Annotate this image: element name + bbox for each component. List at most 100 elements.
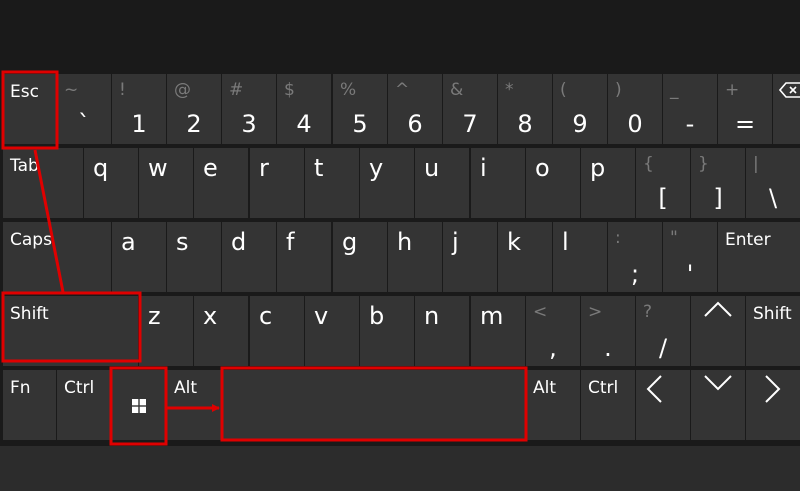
key-label: Alt (174, 378, 198, 398)
key-enter[interactable]: Enter (718, 222, 800, 292)
key-win[interactable] (112, 370, 166, 440)
key-g[interactable]: g (333, 222, 387, 292)
key-main-label: w (148, 154, 168, 182)
chevron-up-icon (703, 300, 733, 322)
key-t[interactable]: t (305, 148, 359, 218)
key-quote[interactable]: " ' (663, 222, 717, 292)
key-1[interactable]: ! 1 (112, 74, 166, 144)
key-up[interactable] (691, 296, 745, 366)
key-w[interactable]: w (139, 148, 193, 218)
key-main-label: 6 (407, 110, 423, 138)
key-shift-label: ~ (64, 80, 79, 100)
key-minus[interactable]: _ - (663, 74, 717, 144)
key-main-label: 0 (627, 110, 643, 138)
key-fn[interactable]: Fn (3, 370, 56, 440)
key-rbracket[interactable]: }] (691, 148, 745, 218)
key-rshift[interactable]: Shift (746, 296, 800, 366)
key-main-label: s (176, 228, 189, 256)
key-k[interactable]: k (498, 222, 552, 292)
key-main-label: k (507, 228, 521, 256)
key-main-label: j (452, 228, 459, 256)
keyboard-bottom-strip (0, 446, 800, 491)
chevron-down-icon (703, 374, 733, 396)
key-b[interactable]: b (360, 296, 414, 366)
key-left[interactable] (636, 370, 690, 440)
key-f[interactable]: f (277, 222, 331, 292)
key-4[interactable]: $4 (277, 74, 331, 144)
key-m[interactable]: m (471, 296, 525, 366)
key-q[interactable]: q (84, 148, 138, 218)
key-main-label: - (685, 110, 695, 138)
key-shift-label: { (643, 154, 654, 174)
key-2[interactable]: @2 (167, 74, 221, 144)
key-lshift[interactable]: Shift (3, 296, 138, 366)
key-i[interactable]: i (471, 148, 525, 218)
key-lalt[interactable]: Alt (167, 370, 221, 440)
key-shift-label: : (615, 228, 621, 248)
key-e[interactable]: e (194, 148, 248, 218)
key-main-label: \ (768, 184, 778, 212)
key-main-label: ` (78, 110, 90, 138)
key-caps[interactable]: Caps (3, 222, 111, 292)
key-j[interactable]: j (443, 222, 497, 292)
key-z[interactable]: z (139, 296, 193, 366)
key-tab[interactable]: Tab (3, 148, 83, 218)
key-r[interactable]: r (250, 148, 304, 218)
key-shift-label: + (725, 80, 740, 100)
key-semicolon[interactable]: :; (608, 222, 662, 292)
key-h[interactable]: h (388, 222, 442, 292)
key-n[interactable]: n (415, 296, 469, 366)
key-main-label: 7 (462, 110, 478, 138)
key-main-label: 3 (241, 110, 257, 138)
key-backspace[interactable] (773, 74, 800, 144)
key-label: Caps (10, 230, 52, 250)
key-d[interactable]: d (222, 222, 276, 292)
key-main-label: 9 (572, 110, 588, 138)
key-ralt[interactable]: Alt (526, 370, 580, 440)
key-comma[interactable]: <, (526, 296, 580, 366)
key-l[interactable]: l (553, 222, 607, 292)
on-screen-keyboard: Esc ~ `! 1 @2 #3 $4% 5 ^ 6 & 7 * 8(9) 0 _ - + = Tab q w e r t y u i… (0, 0, 800, 491)
key-6[interactable]: ^ 6 (388, 74, 442, 144)
key-7[interactable]: & 7 (443, 74, 497, 144)
key-s[interactable]: s (167, 222, 221, 292)
key-rctrl[interactable]: Ctrl (581, 370, 635, 440)
key-esc[interactable]: Esc (3, 74, 57, 144)
key-main-label: b (369, 302, 385, 330)
key-y[interactable]: y (360, 148, 414, 218)
key-equals[interactable]: + = (718, 74, 772, 144)
key-shift-label: " (670, 228, 678, 248)
key-main-label: 8 (517, 110, 533, 138)
key-backtick[interactable]: ~ ` (57, 74, 111, 144)
key-x[interactable]: x (194, 296, 248, 366)
key-o[interactable]: o (526, 148, 580, 218)
key-p[interactable]: p (581, 148, 635, 218)
key-main-label: a (121, 228, 136, 256)
key-a[interactable]: a (112, 222, 166, 292)
key-main-label: ; (630, 260, 640, 288)
key-8[interactable]: * 8 (498, 74, 552, 144)
key-shift-label: ^ (395, 80, 410, 100)
key-label: Shift (10, 304, 49, 324)
key-lctrl[interactable]: Ctrl (57, 370, 111, 440)
key-lbracket[interactable]: {[ (636, 148, 690, 218)
key-down[interactable] (691, 370, 745, 440)
key-v[interactable]: v (305, 296, 359, 366)
key-space[interactable] (222, 370, 525, 440)
key-label: Esc (10, 82, 39, 102)
key-slash[interactable]: ? / (636, 296, 690, 366)
key-main-label: d (231, 228, 247, 256)
chevron-left-icon (645, 374, 663, 408)
key-backslash[interactable]: | \ (746, 148, 800, 218)
key-3[interactable]: #3 (222, 74, 276, 144)
key-label: Ctrl (64, 378, 95, 398)
key-period[interactable]: >. (581, 296, 635, 366)
key-0[interactable]: ) 0 (608, 74, 662, 144)
key-u[interactable]: u (415, 148, 469, 218)
key-shift-label: * (505, 80, 514, 100)
key-5[interactable]: % 5 (333, 74, 387, 144)
key-label: Enter (725, 230, 771, 250)
key-right[interactable] (746, 370, 800, 440)
key-9[interactable]: (9 (553, 74, 607, 144)
key-c[interactable]: c (250, 296, 304, 366)
